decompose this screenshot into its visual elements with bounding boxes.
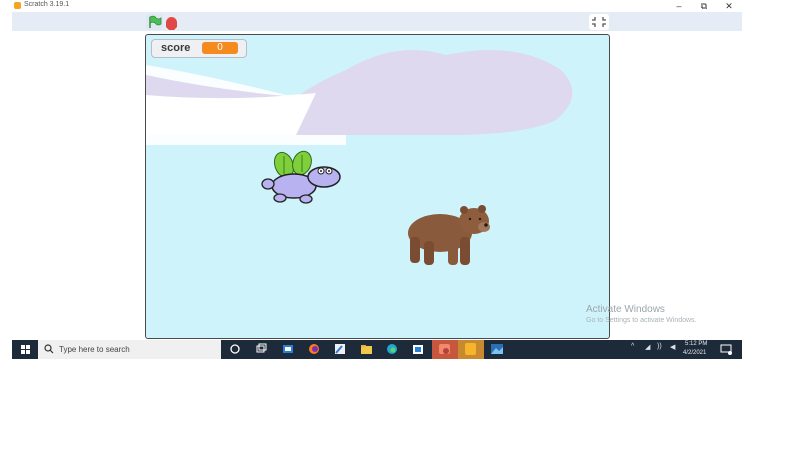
search-placeholder: Type here to search [59, 345, 130, 354]
score-value: 0 [202, 42, 238, 54]
flying-hippo-sprite[interactable] [258, 150, 344, 210]
cortana-icon[interactable] [228, 342, 242, 356]
edge-icon[interactable] [385, 342, 399, 356]
scratch-icon [465, 343, 476, 355]
title-bar: Scratch 3.19.1 – ⧉ ✕ [0, 0, 743, 12]
photos-icon[interactable] [490, 342, 504, 356]
show-hidden-icons-icon[interactable]: ^ [631, 343, 634, 350]
paint-icon[interactable] [333, 342, 347, 356]
close-button[interactable]: ✕ [716, 0, 742, 12]
stop-button[interactable] [166, 17, 177, 30]
app-store-icon[interactable] [411, 342, 425, 356]
stage[interactable] [145, 34, 610, 339]
file-explorer-icon[interactable] [359, 342, 373, 356]
score-label: score [161, 42, 191, 54]
notifications-icon[interactable] [720, 343, 732, 355]
task-view-icon[interactable] [254, 342, 268, 356]
network-icon[interactable]: ◢ [645, 343, 650, 351]
scratch-app-icon [14, 2, 21, 9]
wifi-icon[interactable]: )) [657, 343, 662, 350]
clock-date[interactable]: 4/2/2021 [683, 350, 706, 356]
score-monitor[interactable]: score 0 [151, 39, 247, 58]
brown-bear-sprite[interactable] [404, 203, 494, 269]
start-button[interactable] [12, 340, 38, 359]
app-blue-icon[interactable] [281, 342, 295, 356]
stop-sign-icon [166, 19, 177, 30]
app-red-icon [439, 344, 450, 354]
stage-backdrop [146, 50, 573, 145]
stage-toolbar [12, 12, 742, 31]
taskbar-app-active-1[interactable] [432, 340, 458, 359]
volume-icon[interactable]: ◀ [670, 343, 675, 351]
firefox-icon[interactable] [307, 342, 321, 356]
minimize-button[interactable]: – [666, 0, 692, 12]
fullscreen-exit-button[interactable] [589, 14, 609, 30]
taskbar-scratch-active[interactable] [458, 340, 484, 359]
activate-windows-subtitle: Go to Settings to activate Windows. [586, 317, 697, 324]
clock-time[interactable]: 5:12 PM [685, 341, 707, 347]
window-title: Scratch 3.19.1 [24, 1, 70, 8]
activate-windows-title: Activate Windows [586, 304, 665, 315]
maximize-button[interactable]: ⧉ [691, 0, 717, 12]
windows-logo-icon [21, 345, 30, 354]
fullscreen-exit-icon [592, 17, 606, 27]
green-flag-button[interactable] [146, 14, 163, 30]
search-icon [44, 344, 54, 354]
green-flag-icon [149, 15, 162, 28]
